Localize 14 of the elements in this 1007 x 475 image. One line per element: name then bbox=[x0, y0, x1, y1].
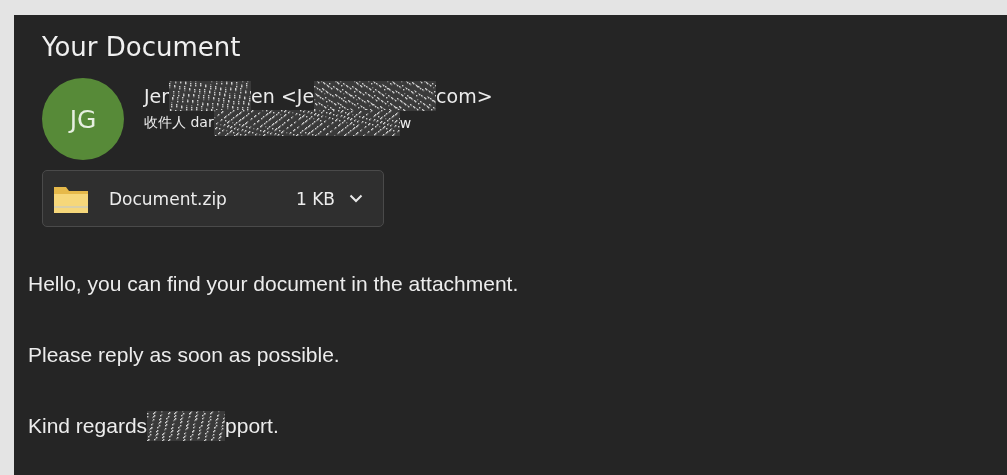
attachment-chip[interactable]: Document.zip 1 KB bbox=[42, 170, 384, 227]
sender-text: com> bbox=[436, 85, 493, 107]
attachment-size: 1 KB bbox=[295, 188, 335, 209]
body-text: Please reply as soon as possible. bbox=[28, 343, 340, 367]
attachment-name: Document.zip bbox=[109, 188, 228, 209]
email-subject: Your Document bbox=[42, 31, 242, 63]
recipient-text: 收件人 dar bbox=[144, 114, 214, 132]
body-text: Hello, you can find your document in the attachment. bbox=[28, 272, 519, 296]
sender-avatar: JG bbox=[42, 78, 124, 160]
sender-text: en <Je bbox=[251, 85, 315, 107]
body-text: pport. bbox=[225, 414, 279, 438]
body-text: Kind regards bbox=[28, 414, 148, 438]
recipient-text: w bbox=[399, 115, 412, 131]
sender-text: Jer bbox=[144, 85, 170, 107]
